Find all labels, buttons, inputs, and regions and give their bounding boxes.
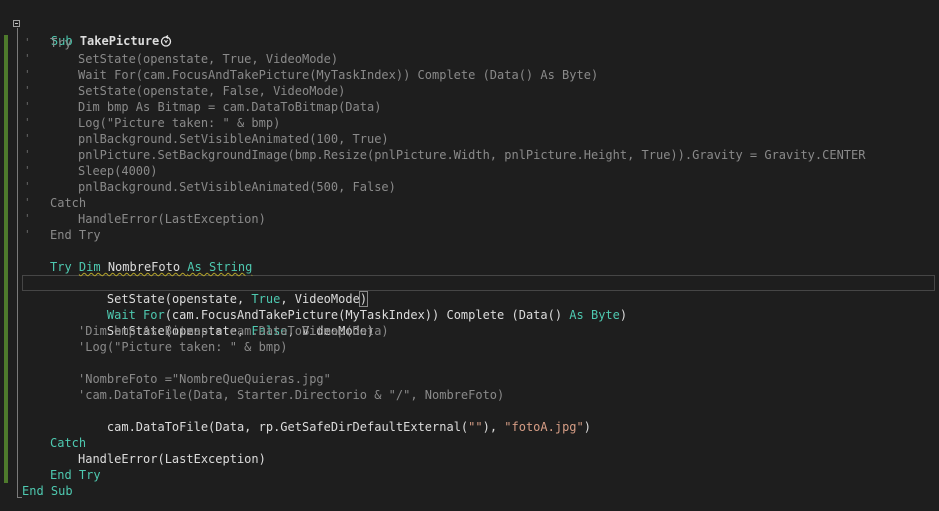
code-line-23[interactable]: 'cam.DataToFile(Data, Starter.Directorio… [78,387,504,403]
code-line-11[interactable]: pnlBackground.SetVisibleAnimated(500, Fa… [78,179,396,195]
code-token: Complete [446,308,505,322]
code-line-12[interactable]: Catch [50,195,86,211]
code-line-16[interactable]: Try [50,259,72,275]
comment-marker: ' [24,180,31,193]
fold-guide [17,28,18,498]
code-line-4[interactable]: Wait For(cam.FocusAndTakePicture(MyTaskI… [78,67,598,83]
comment-marker: ' [24,132,31,145]
code-line-5[interactable]: SetState(openstate, False, VideoMode) [78,83,345,99]
code-line-19[interactable]: SetState(openstate, False, VideoMode) [78,307,374,338]
code-line-17[interactable]: SetState(openstate, True, VideoMode) [78,275,369,307]
code-line-28[interactable]: End Sub [22,483,73,499]
code-line-27[interactable]: End Try [50,467,101,483]
code-line-25[interactable]: Catch [50,435,86,451]
code-token: Byte [590,308,620,322]
refresh-icon [161,35,172,47]
code-line-15[interactable]: Dim NombreFoto As String [50,243,252,274]
keyword-as: As [187,260,202,274]
code-token: cam.DataToFile(Data, rp.GetSafeDirDefaul… [106,420,469,434]
comment-marker: ' [24,196,31,209]
comment-marker: ' [24,212,31,225]
code-line-18[interactable]: Wait For(cam.FocusAndTakePicture(MyTaskI… [78,291,627,322]
code-line-9[interactable]: pnlPicture.SetBackgroundImage(bmp.Resize… [78,147,865,163]
code-line-14[interactable]: End Try [50,227,101,243]
code-token: ) [619,308,628,322]
code-line-20[interactable]: 'Dim bmp As Bitmap = cam.DataToBitmap(Da… [78,323,389,339]
code-line-13[interactable]: HandleError(LastException) [78,211,266,227]
keyword-dim: Dim [78,260,101,274]
code-line-22[interactable]: 'NombreFoto ="NombreQueQuieras.jpg" [78,371,331,387]
code-line-10[interactable]: Sleep(4000) [78,163,157,179]
string-literal: "fotoA.jpg" [504,420,584,434]
variable-name: NombreFoto [100,260,188,274]
comment-marker: ' [24,84,31,97]
comment-marker: ' [24,164,31,177]
type-name: String [201,260,253,274]
code-token: ), [482,420,505,434]
comment-marker: ' [24,148,31,161]
string-literal: "" [468,420,483,434]
code-line-1[interactable]: Sub TakePicture [22,17,172,48]
code-line-8[interactable]: pnlBackground.SetVisibleAnimated(100, Tr… [78,131,389,147]
code-line-3[interactable]: SetState(openstate, True, VideoMode) [78,51,338,67]
code-line-7[interactable]: Log("Picture taken: " & bmp) [78,115,280,131]
code-line-26[interactable]: HandleError(LastException) [78,451,266,467]
sub-name: TakePicture [79,34,160,48]
comment-marker: ' [24,68,31,81]
change-indicator [4,35,8,483]
code-token: As [569,308,584,322]
code-editor[interactable]: ' ' ' ' ' ' ' ' ' ' ' ' ' Sub TakePictur… [0,0,939,511]
code-line-2[interactable]: Try [50,35,72,51]
code-line-24[interactable]: cam.DataToFile(Data, rp.GetSafeDirDefaul… [78,403,591,434]
comment-marker: ' [24,100,31,113]
code-line-6[interactable]: Dim bmp As Bitmap = cam.DataToBitmap(Dat… [78,99,381,115]
comment-marker: ' [24,228,31,241]
comment-marker: ' [24,116,31,129]
code-token: ) [583,420,591,434]
code-token: (Data() [504,308,570,322]
collapse-icon[interactable] [13,20,20,27]
code-line-21[interactable]: 'Log("Picture taken: " & bmp) [78,339,288,355]
